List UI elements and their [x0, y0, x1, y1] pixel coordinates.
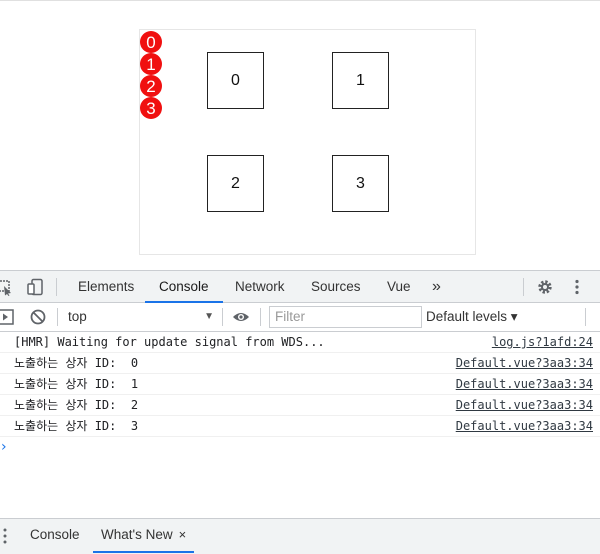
message-source-link[interactable]: log.js?1afd:24 — [492, 332, 593, 352]
message-source-link[interactable]: Default.vue?3aa3:34 — [456, 374, 593, 394]
console-message: 노출하는 상자 ID: 3 Default.vue?3aa3:34 — [0, 416, 600, 437]
box-2: 2 — [207, 155, 264, 212]
more-options-kebab-icon[interactable] — [568, 278, 586, 296]
devtools-panel: Elements Console Network Sources Vue » t… — [0, 270, 600, 554]
devtools-tabbar: Elements Console Network Sources Vue » — [0, 271, 600, 303]
tab-console[interactable]: Console — [145, 271, 222, 303]
filter-input[interactable]: Filter — [269, 306, 422, 328]
toolbar-divider — [585, 308, 586, 326]
tabbar-divider — [56, 278, 57, 296]
message-text: [HMR] Waiting for update signal from WDS… — [14, 335, 325, 349]
log-levels-dropdown[interactable]: Default levels ▾ — [426, 307, 518, 327]
page-viewport: 0 1 2 3 0 1 2 3 — [0, 0, 600, 270]
message-text: 노출하는 상자 ID: 2 — [14, 398, 139, 412]
show-sidebar-icon[interactable] — [0, 308, 16, 326]
console-messages: [HMR] Waiting for update signal from WDS… — [0, 332, 600, 452]
more-tabs-chevron-icon[interactable]: » — [430, 271, 443, 302]
drawer-menu-kebab-icon[interactable] — [3, 527, 7, 545]
context-selector[interactable]: top ▼ — [68, 307, 214, 327]
context-value: top — [68, 309, 87, 324]
drawer-tab-console[interactable]: Console — [30, 519, 80, 553]
tab-elements[interactable]: Elements — [76, 271, 136, 302]
close-icon[interactable]: × — [179, 527, 187, 542]
console-message: 노출하는 상자 ID: 0 Default.vue?3aa3:34 — [0, 353, 600, 374]
settings-gear-icon[interactable] — [536, 278, 554, 296]
box-1: 1 — [332, 52, 389, 109]
drawer-tab-label: What's New — [101, 527, 173, 542]
tab-vue[interactable]: Vue — [385, 271, 413, 302]
box-0: 0 — [207, 52, 264, 109]
console-message: [HMR] Waiting for update signal from WDS… — [0, 332, 600, 353]
toolbar-divider — [222, 308, 223, 326]
console-message: 노출하는 상자 ID: 2 Default.vue?3aa3:34 — [0, 395, 600, 416]
tab-network[interactable]: Network — [233, 271, 287, 302]
chevron-down-icon: ▼ — [204, 311, 214, 322]
message-source-link[interactable]: Default.vue?3aa3:34 — [456, 416, 593, 436]
boxes-container — [139, 29, 476, 255]
clear-console-icon[interactable] — [29, 308, 47, 326]
message-text: 노출하는 상자 ID: 0 — [14, 356, 139, 370]
inspect-element-icon[interactable] — [0, 278, 14, 296]
visible-count-badge: 3 — [140, 97, 162, 119]
message-source-link[interactable]: Default.vue?3aa3:34 — [456, 395, 593, 415]
box-3: 3 — [332, 155, 389, 212]
message-text: 노출하는 상자 ID: 3 — [14, 419, 139, 433]
devtools-drawer: Console What's New × — [0, 518, 600, 554]
message-text: 노출하는 상자 ID: 1 — [14, 377, 139, 391]
console-message: 노출하는 상자 ID: 1 Default.vue?3aa3:34 — [0, 374, 600, 395]
message-source-link[interactable]: Default.vue?3aa3:34 — [456, 353, 593, 373]
tab-sources[interactable]: Sources — [309, 271, 363, 302]
console-prompt-chevron-icon[interactable]: › — [1, 439, 7, 455]
visible-count-badge: 2 — [140, 75, 162, 97]
drawer-tab-whats-new[interactable]: What's New × — [92, 519, 195, 553]
toolbar-divider — [57, 308, 58, 326]
device-toolbar-icon[interactable] — [27, 278, 45, 296]
live-expression-eye-icon[interactable] — [232, 308, 250, 326]
console-toolbar: top ▼ Filter Default levels ▾ — [0, 303, 600, 332]
toolbar-divider — [260, 308, 261, 326]
visible-count-badge: 0 — [140, 31, 162, 53]
viewport-top-border — [0, 0, 600, 1]
tabbar-divider — [523, 278, 524, 296]
visible-count-badge: 1 — [140, 53, 162, 75]
